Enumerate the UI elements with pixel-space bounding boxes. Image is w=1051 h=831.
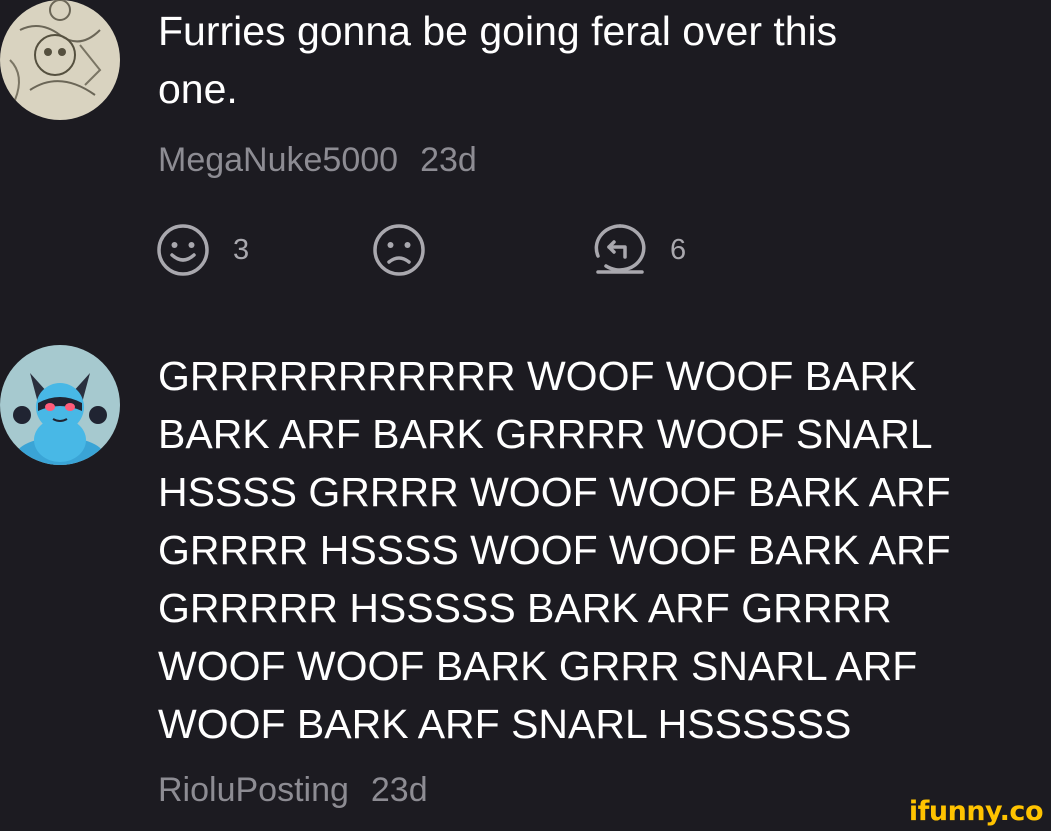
comment-body: Furries gonna be going feral over this o… (158, 8, 838, 112)
reply-bubble-icon (594, 224, 646, 274)
ifunny-watermark: ifunny.co (908, 796, 1044, 827)
user-avatar[interactable] (0, 0, 120, 120)
comment-2: GRRRRRRRRRRR WOOF WOOF BARK BARK ARF BAR… (0, 340, 1051, 820)
riolu-avatar-icon (0, 345, 120, 465)
timestamp: 23d (370, 771, 428, 809)
frown-button[interactable] (371, 222, 427, 278)
username[interactable]: MegaNuke5000 (158, 141, 398, 179)
comment-1: Furries gonna be going feral over this o… (0, 0, 1051, 300)
frown-face-icon (373, 224, 425, 276)
comment-body: GRRRRRRRRRRR WOOF WOOF BARK BARK ARF BAR… (158, 353, 951, 747)
sketch-avatar-icon (0, 0, 120, 120)
user-avatar[interactable] (0, 345, 120, 465)
smile-count: 3 (233, 233, 250, 266)
username[interactable]: RioluPosting (158, 771, 349, 809)
timestamp: 23d (420, 141, 477, 179)
comment-meta: MegaNuke5000 23d (158, 140, 477, 180)
comment-meta: RioluPosting 23d (158, 770, 428, 810)
smile-button[interactable]: 3 (155, 222, 249, 278)
reply-count: 6 (670, 233, 687, 266)
reply-button[interactable]: 6 (592, 222, 686, 278)
smile-face-icon (157, 224, 209, 276)
